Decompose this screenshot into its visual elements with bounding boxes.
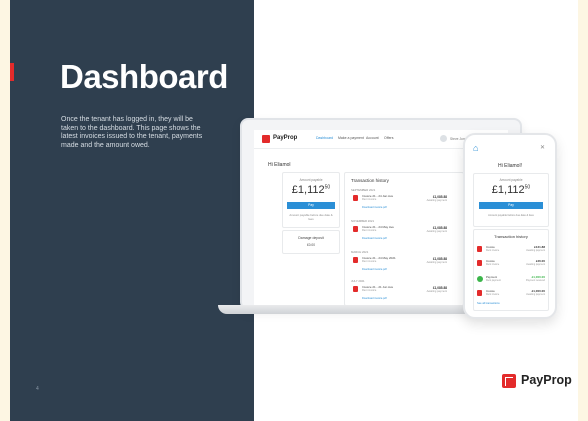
slide: Dashboard Once the tenant has logged in,… bbox=[0, 0, 588, 421]
tx-download-link[interactable]: Download invoice.pdf bbox=[362, 237, 387, 240]
phone-tx-title: Transaction history bbox=[494, 234, 528, 239]
pay-button[interactable]: Pay bbox=[287, 202, 335, 209]
nav-make-payment[interactable]: Make a payment bbox=[338, 136, 364, 140]
transaction-row[interactable]: Invoice 21 - 24 May 2021 Rent invoice £1… bbox=[351, 254, 451, 276]
phone-pay-button[interactable]: Pay bbox=[479, 202, 543, 209]
slide-description: Once the tenant has logged in, they will… bbox=[61, 116, 203, 149]
tx-status: Awaiting payment bbox=[426, 199, 447, 202]
tx-sub: Rent invoice bbox=[362, 289, 377, 292]
phone-tx-status: Awaiting payment bbox=[526, 249, 545, 252]
invoice-icon bbox=[353, 195, 358, 201]
phone-amount-card: Amount payable £1,11250 Pay Amount payab… bbox=[473, 173, 549, 227]
nav-dashboard[interactable]: Dashboard bbox=[316, 136, 333, 140]
tx-sub: Rent invoice bbox=[362, 260, 377, 263]
phone-tx-row[interactable]: Invoice Rent invoice £121.88 Awaiting pa… bbox=[477, 244, 545, 256]
amount-value: £1,11250 bbox=[291, 184, 331, 196]
transaction-row[interactable]: Invoice 21 - 21 Jun Ave Rent invoice £1,… bbox=[351, 283, 451, 305]
see-all-link[interactable]: See all transactions bbox=[477, 302, 500, 305]
phone-tx-status: Awaiting payment bbox=[526, 293, 545, 296]
phone-tx-sub: Rent invoice bbox=[486, 293, 500, 296]
phone-transaction-card: Transaction history Invoice Rent invoice… bbox=[473, 229, 549, 311]
phone-tx-sub: Rent payment bbox=[486, 279, 501, 282]
phone-amount-note: Amount payable before due date & fees bbox=[488, 214, 534, 217]
deposit-card: Damage deposit £0.00 bbox=[282, 230, 340, 254]
invoice-icon bbox=[353, 226, 358, 232]
invoice-icon bbox=[477, 290, 482, 296]
brand-name: PayProp bbox=[521, 373, 572, 387]
close-icon[interactable]: ✕ bbox=[540, 144, 545, 151]
phone-amount-label: Amount payable bbox=[499, 178, 523, 182]
tx-sub: Rent invoice bbox=[362, 229, 377, 232]
amount-note: Amount payable before due date & fees bbox=[289, 213, 333, 221]
check-circle-icon bbox=[477, 276, 483, 282]
tx-download-link[interactable]: Download invoice.pdf bbox=[362, 268, 387, 271]
page-number: 4 bbox=[36, 386, 39, 392]
transaction-history-card: Transaction history SEPTEMBER 2021 Invoi… bbox=[344, 172, 464, 306]
payprop-logo-icon bbox=[502, 374, 516, 388]
amount-card: Amount payable £1,11250 Pay Amount payab… bbox=[282, 172, 340, 228]
transaction-row[interactable]: Invoice 21 - 24 Jan Ave Rent invoice £1,… bbox=[351, 192, 451, 214]
phone-header: ⌂ ✕ bbox=[473, 141, 547, 155]
tx-sub: Rent invoice bbox=[362, 198, 377, 201]
tx-download-link[interactable]: Download invoice.pdf bbox=[362, 297, 387, 300]
phone-tx-sub: Rent invoice bbox=[486, 263, 500, 266]
tx-status: Awaiting payment bbox=[426, 261, 447, 264]
phone-amount-value: £1,11250 bbox=[491, 184, 531, 196]
invoice-icon bbox=[353, 257, 358, 263]
phone-greeting: Hi Eliamol! bbox=[498, 163, 522, 169]
accent-bar bbox=[10, 63, 14, 81]
nav-offers[interactable]: Offers bbox=[384, 136, 393, 140]
transaction-history-title: Transaction history bbox=[351, 178, 389, 183]
user-avatar[interactable] bbox=[440, 135, 447, 142]
payprop-logo-icon bbox=[262, 135, 270, 143]
invoice-icon bbox=[477, 246, 482, 252]
nav-logo-text: PayProp bbox=[273, 135, 298, 141]
invoice-icon bbox=[477, 260, 482, 266]
phone-tx-sub: Rent invoice bbox=[486, 249, 500, 252]
tx-status: Awaiting payment bbox=[426, 230, 447, 233]
phone-tx-status: Awaiting payment bbox=[526, 263, 545, 266]
phone-tx-row[interactable]: Invoice Rent invoice £1,000.00 Awaiting … bbox=[477, 288, 545, 300]
transaction-row[interactable]: Invoice 21 - 24 May Ave Rent invoice £1,… bbox=[351, 223, 451, 245]
phone-mockup: ⌂ ✕ Hi Eliamol! Amount payable £1,11250 … bbox=[463, 133, 557, 319]
phone-tx-row[interactable]: Payment Rent payment £1,000.00 Payment r… bbox=[477, 274, 545, 286]
deposit-value: £0.00 bbox=[307, 243, 315, 247]
nav-account[interactable]: Account bbox=[366, 136, 379, 140]
amount-label: Amount payable bbox=[299, 178, 323, 182]
greeting: Hi Eliamol bbox=[268, 162, 291, 168]
phone-tx-row[interactable]: Invoice Rent invoice £46.00 Awaiting pay… bbox=[477, 258, 545, 270]
tx-status: Awaiting payment bbox=[426, 290, 447, 293]
phone-tx-status: Payment received bbox=[525, 279, 545, 282]
tx-download-link[interactable]: Download invoice.pdf bbox=[362, 206, 387, 209]
deposit-label: Damage deposit bbox=[298, 236, 324, 240]
home-icon[interactable]: ⌂ bbox=[473, 144, 478, 153]
invoice-icon bbox=[353, 286, 358, 292]
slide-title: Dashboard bbox=[60, 58, 228, 95]
